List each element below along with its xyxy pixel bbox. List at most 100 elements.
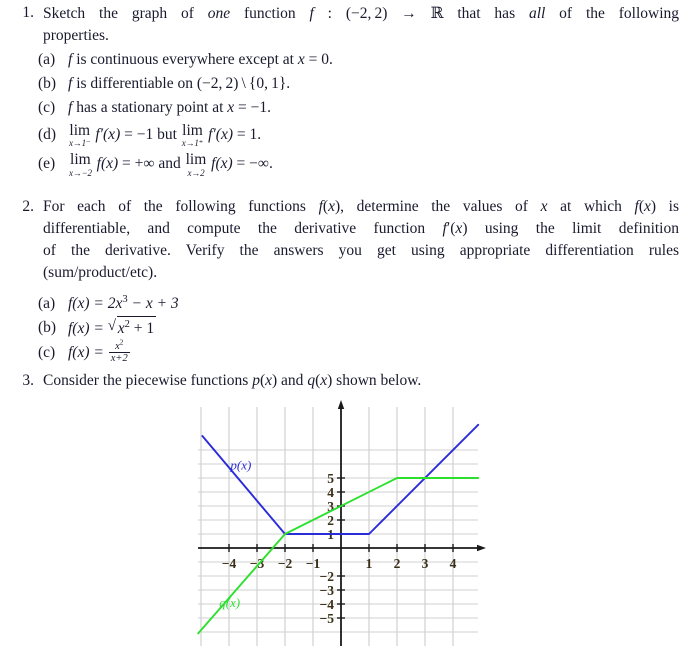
grid-lines bbox=[198, 407, 478, 646]
problem-1-item-a: (a) f is continuous everywhere except at… bbox=[38, 48, 333, 72]
f-of-x-2a: f(x) = bbox=[68, 295, 108, 312]
series-label-qx: q(x) bbox=[219, 595, 240, 610]
f-of-x-1: f(x) bbox=[96, 155, 119, 173]
problem-3-stem: Consider the piecewise functions p(x) an… bbox=[43, 372, 422, 389]
f-of-x-2: f(x) bbox=[211, 155, 233, 173]
item-2b-text: f(x) = x2 + 1 bbox=[62, 315, 157, 341]
y-tick-label: −2 bbox=[320, 569, 335, 584]
item-a-text: f is continuous everywhere except at x =… bbox=[68, 51, 333, 68]
problem-3-body: Consider the piecewise functions p(x) an… bbox=[34, 370, 421, 392]
limit-operator-2: lim bbox=[182, 121, 203, 139]
problem-2-item-b: (b) f(x) = x2 + 1 bbox=[38, 315, 179, 341]
y-tick-label: −3 bbox=[320, 583, 335, 598]
limit-4-value: = −∞. bbox=[236, 155, 273, 173]
limit-operator-4: lim bbox=[185, 151, 207, 169]
fraction-denominator: x+2 bbox=[108, 351, 130, 364]
item-b-text: f is differentiable on (−2, 2) \ {0, 1}. bbox=[68, 75, 291, 93]
limit-x-to-2: lim x→2 bbox=[186, 152, 207, 178]
f-of-x-2b: f(x) = bbox=[68, 320, 108, 338]
problem-1-item-e: (e) lim x→−2 f(x) = +∞ and lim x→2 f(x) … bbox=[38, 149, 333, 178]
problem-1-body: Sketch the graph of one function f : (−2… bbox=[34, 2, 679, 47]
item-b-label: (b) bbox=[38, 75, 57, 93]
limit-subscript-1: x→1⁻ bbox=[69, 138, 91, 149]
item-a-label: (a) bbox=[38, 51, 56, 68]
item-d-text: lim x→1⁻ f′(x) = −1 but lim x→1⁺ f′(x) =… bbox=[62, 120, 261, 149]
x-tick-label: −2 bbox=[278, 556, 293, 571]
y-tick-label: −5 bbox=[320, 611, 335, 626]
limit-3-value: = +∞ and bbox=[122, 155, 181, 173]
y-axis-arrow bbox=[337, 400, 345, 409]
x-tick-label: 1 bbox=[366, 556, 373, 571]
problem-2-stem-line-4: (sum/product/etc). bbox=[43, 264, 158, 281]
radicand: x2 + 1 bbox=[116, 316, 157, 341]
p2a-tail: − x + 3 bbox=[127, 295, 179, 312]
piecewise-functions-graph: −4 −3 −2 −1 1 2 3 4 5 4 3 2 1 −2 −3 −4 −5 p(x) q(x) bbox=[0, 398, 691, 647]
problem-1-item-d: (d) lim x→1⁻ f′(x) = −1 but lim x→1⁺ f′(… bbox=[38, 120, 333, 149]
problem-2-stem-line-2: differentiable, and compute the derivati… bbox=[43, 220, 679, 237]
f-prime-2: f′(x) bbox=[208, 126, 234, 144]
item-2c-label: (c) bbox=[38, 344, 56, 362]
limit-1-value: = −1 but bbox=[124, 126, 177, 144]
graph-svg: −4 −3 −2 −1 1 2 3 454321−2−3−4−5p(x)q(x) bbox=[197, 400, 486, 646]
limit-operator-3: lim bbox=[70, 151, 91, 169]
p2b-tail: + 1 bbox=[129, 320, 155, 338]
limit-x-to-1-minus: lim x→1⁻ bbox=[69, 121, 91, 149]
problem-2-stem-line-1: For each of the following functions f(x)… bbox=[43, 198, 680, 215]
y-tick-label: 4 bbox=[327, 485, 334, 500]
p2a-term: 2x bbox=[107, 295, 123, 312]
item-2c-text: f(x) = x2 x+2 bbox=[62, 338, 131, 365]
problem-3-number: 3. bbox=[22, 372, 34, 389]
x-tick-label: 4 bbox=[450, 556, 457, 571]
limit-x-to-neg2: lim x→−2 bbox=[69, 152, 92, 178]
problem-1-sublist: (a) f is continuous everywhere except at… bbox=[38, 48, 333, 179]
p2b-radicand-var: x bbox=[117, 320, 125, 338]
problem-2-stem-line-3: of the derivative. Verify the answers yo… bbox=[43, 242, 679, 259]
p2c-num-exponent: 2 bbox=[119, 338, 124, 347]
y-tick-label: 5 bbox=[327, 471, 334, 486]
worksheet-page: 1. Sketch the graph of one function f : … bbox=[0, 0, 691, 647]
x-axis-arrow bbox=[477, 544, 486, 552]
limit-operator-1: lim bbox=[69, 121, 91, 139]
item-c-text: f has a stationary point at x = −1. bbox=[68, 99, 272, 117]
item-2b-label: (b) bbox=[38, 319, 57, 337]
problem-2-item-c: (c) f(x) = x2 x+2 bbox=[38, 338, 179, 365]
problem-3: 3. Consider the piecewise functions p(x)… bbox=[8, 370, 680, 392]
item-c-label: (c) bbox=[38, 99, 56, 117]
item-e-text: lim x→−2 f(x) = +∞ and lim x→2 f(x) = −∞… bbox=[62, 149, 273, 178]
problem-2-body: For each of the following functions f(x)… bbox=[34, 196, 679, 284]
x-tick-label: −4 bbox=[222, 556, 237, 571]
item-e-label: (e) bbox=[38, 155, 56, 173]
item-2a-label: (a) bbox=[38, 295, 56, 312]
problem-1-number: 1. bbox=[22, 4, 34, 21]
problem-2-sublist: (a) f(x) = 2x3 − x + 3 (b) f(x) = x2 + 1… bbox=[38, 292, 179, 365]
limit-2-value: = 1. bbox=[236, 126, 262, 144]
problem-2-item-a: (a) f(x) = 2x3 − x + 3 bbox=[38, 292, 179, 316]
x-tick-label: 2 bbox=[394, 556, 401, 571]
problem-1-item-b: (b) f is differentiable on (−2, 2) \ {0,… bbox=[38, 72, 333, 96]
axes bbox=[198, 400, 486, 646]
item-d-label: (d) bbox=[38, 126, 57, 144]
limit-subscript-4: x→2 bbox=[187, 167, 205, 178]
square-root-icon: x2 + 1 bbox=[108, 315, 157, 341]
x-tick-label: 3 bbox=[422, 556, 429, 571]
limit-x-to-1-plus: lim x→1⁺ bbox=[181, 121, 204, 149]
limit-subscript-3: x→−2 bbox=[69, 167, 92, 178]
problem-1-stem-line-1: Sketch the graph of one function f : (−2… bbox=[43, 4, 680, 22]
item-2a-text: f(x) = 2x3 − x + 3 bbox=[62, 292, 179, 316]
series-label-px: p(x) bbox=[229, 458, 251, 473]
f-prime-1: f′(x) bbox=[95, 126, 121, 144]
x-tick-label: −3 bbox=[250, 556, 265, 571]
problem-1-item-c: (c) f has a stationary point at x = −1. bbox=[38, 96, 333, 120]
series-curve-qx bbox=[197, 477, 480, 635]
problem-2-number: 2. bbox=[22, 198, 34, 215]
problem-2: 2. For each of the following functions f… bbox=[8, 196, 680, 284]
limit-subscript-2: x→1⁺ bbox=[181, 138, 204, 149]
problem-1: 1. Sketch the graph of one function f : … bbox=[8, 2, 680, 47]
y-tick-label: 2 bbox=[327, 513, 334, 528]
fraction: x2 x+2 bbox=[108, 338, 130, 364]
y-tick-label: −4 bbox=[320, 597, 335, 612]
x-tick-label: −1 bbox=[306, 556, 321, 571]
fraction-numerator: x2 bbox=[109, 338, 130, 352]
f-of-x-2c: f(x) = bbox=[68, 344, 108, 362]
problem-1-stem-line-2: properties. bbox=[43, 27, 109, 44]
